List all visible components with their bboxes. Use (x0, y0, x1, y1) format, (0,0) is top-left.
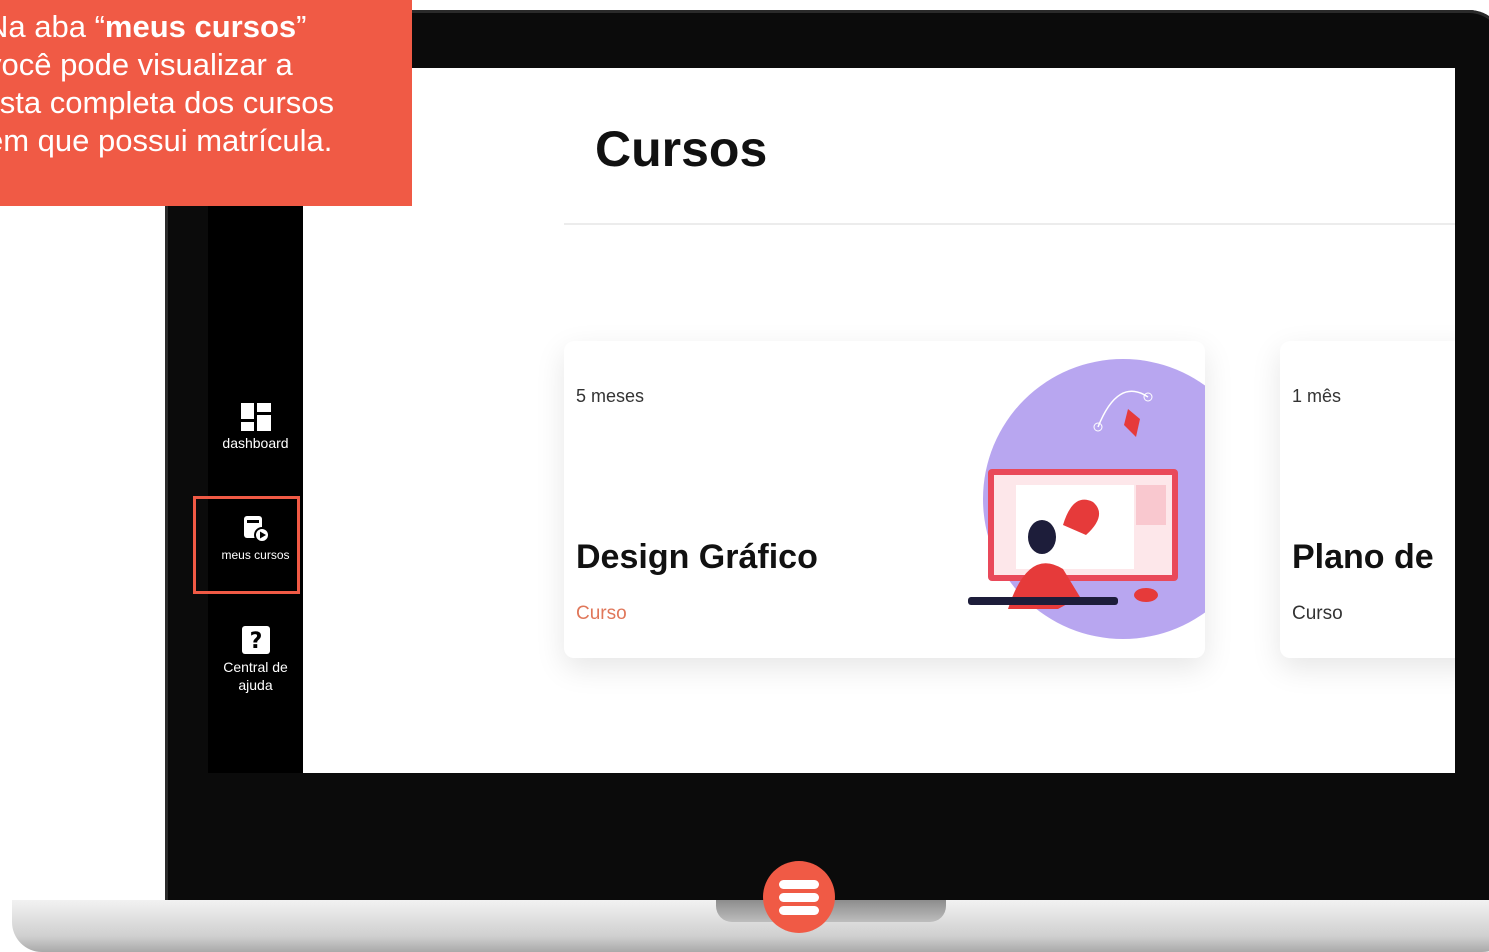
title-divider (564, 223, 1455, 225)
callout-line1-prefix: Na aba “ (0, 9, 105, 44)
tutorial-callout: Na aba “meus cursos” você pode visualiza… (0, 0, 412, 206)
course-card[interactable]: 1 mês Plano de Curso (1280, 341, 1455, 658)
callout-text: Na aba “meus cursos” você pode visualiza… (0, 8, 406, 160)
logo-bar (779, 893, 819, 902)
course-title: Design Gráfico (576, 538, 818, 576)
course-duration: 5 meses (576, 386, 645, 406)
sidebar-item-dashboard[interactable]: dashboard (208, 403, 303, 452)
page-title: Cursos (595, 121, 768, 177)
logo-bar (779, 906, 819, 915)
callout-line4: em que possui matrícula. (0, 123, 333, 158)
help-icon: ? (241, 626, 270, 654)
course-type: Curso (1292, 603, 1343, 624)
sidebar-item-central-de-ajuda[interactable]: ? Central de ajuda (208, 625, 303, 694)
course-type: Curso (576, 603, 627, 624)
callout-line1-bold: meus cursos (104, 9, 297, 44)
course-title: Plano de (1292, 538, 1434, 576)
dashboard-icon (240, 403, 271, 431)
logo-bar (779, 880, 819, 889)
meus-cursos-highlight-box (193, 496, 300, 594)
graphic-design-illustration (968, 359, 1205, 639)
svg-text:?: ? (249, 629, 262, 654)
sidebar-item-label: dashboard (222, 435, 289, 451)
sidebar-item-label: Central de ajuda (223, 659, 288, 693)
course-card[interactable]: 5 meses Design Gráfico Curso (564, 341, 1205, 658)
main-content: Cursos 5 meses Design Gráfico Curso 1 mê… (303, 68, 1455, 773)
brand-logo-icon (763, 861, 835, 933)
callout-line1-suffix: ” (296, 9, 307, 44)
screen-bottom-strip (208, 773, 1455, 846)
callout-line2: você pode visualizar a (0, 47, 293, 82)
course-duration: 1 mês (1292, 386, 1342, 406)
callout-line3: lista completa dos cursos (0, 85, 335, 120)
